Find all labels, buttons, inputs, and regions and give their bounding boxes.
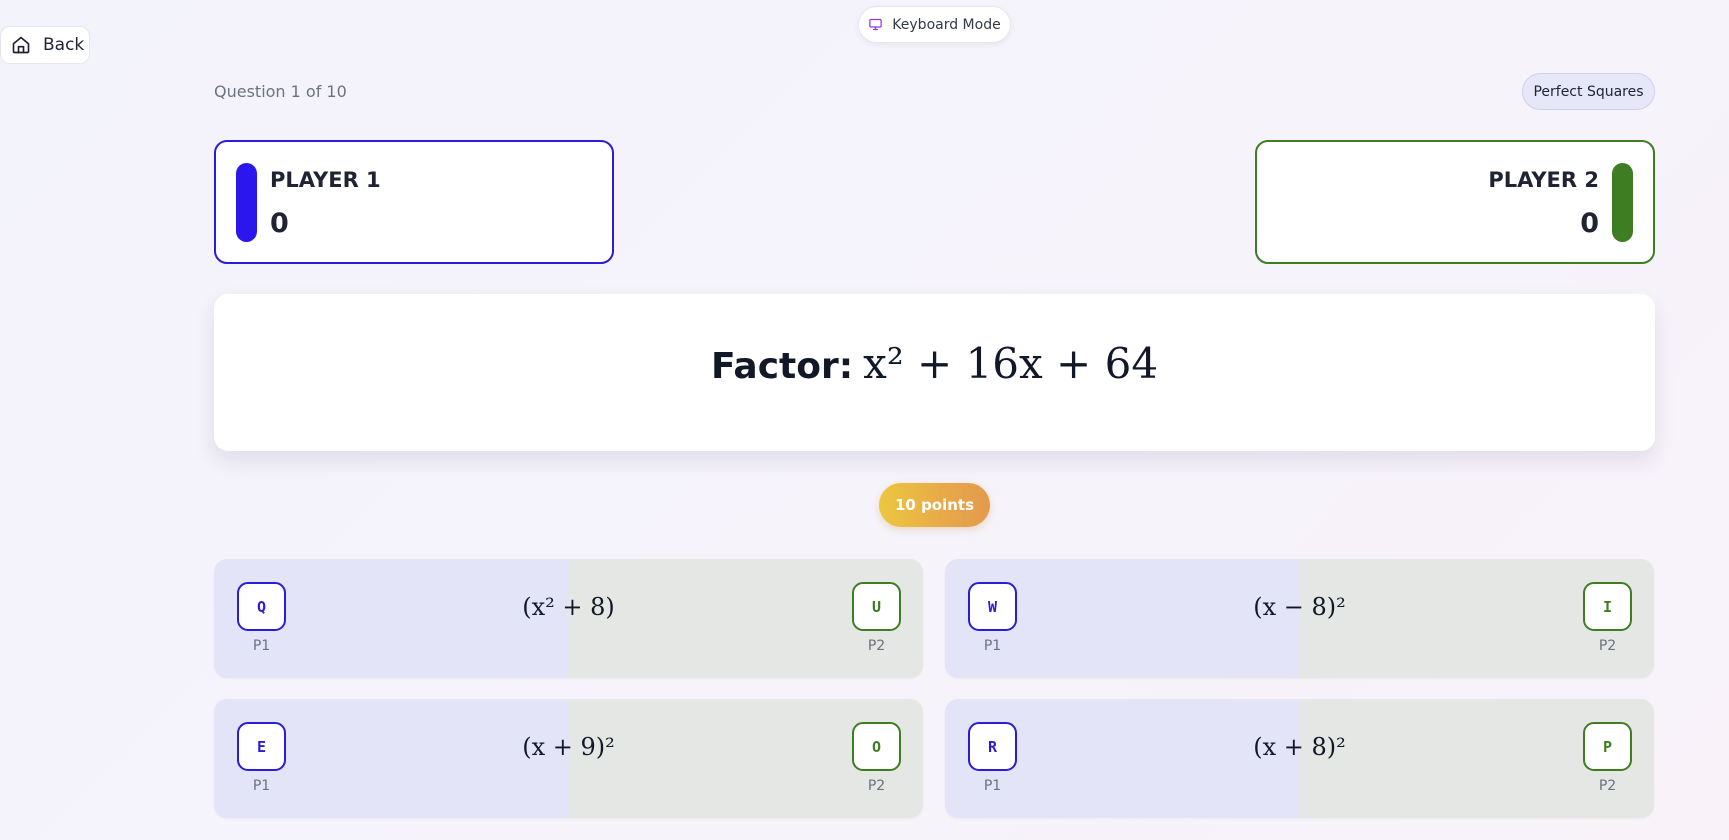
player-2-name: PLAYER 2	[1488, 168, 1599, 192]
p1-key-label: P1	[252, 778, 271, 794]
points-badge: 10 points	[879, 483, 990, 527]
question-card: Factor: x² + 16x + 64	[214, 294, 1655, 451]
p2-key-button[interactable]: P	[1583, 722, 1632, 771]
player-1-name: PLAYER 1	[270, 168, 381, 192]
p2-key-button[interactable]: I	[1583, 582, 1632, 631]
answer-text: (x + 8)²	[1253, 733, 1346, 761]
p2-key-label: P2	[867, 638, 886, 654]
p2-key-label: P2	[1598, 638, 1617, 654]
category-badge: Perfect Squares	[1522, 73, 1655, 110]
answer-option-3[interactable]: E P1 (x + 9)² O P2	[214, 699, 923, 818]
answer-text: (x − 8)²	[1253, 593, 1346, 621]
monitor-icon	[869, 18, 883, 31]
keyboard-mode-label: Keyboard Mode	[892, 16, 1001, 33]
p1-key-label: P1	[983, 638, 1002, 654]
answer-option-4[interactable]: R P1 (x + 8)² P P2	[945, 699, 1654, 818]
player-1-color-bar	[236, 163, 257, 242]
player-2-card: PLAYER 2 0	[1255, 140, 1655, 264]
back-button[interactable]: Back	[0, 26, 90, 64]
answer-text: (x + 9)²	[522, 733, 615, 761]
player-1-score: 0	[270, 208, 289, 239]
p2-key-button[interactable]: O	[852, 722, 901, 771]
question-expression: x² + 16x + 64	[863, 339, 1159, 388]
answer-option-1[interactable]: Q P1 (x² + 8) U P2	[214, 559, 923, 678]
home-icon	[12, 36, 30, 54]
player-1-card: PLAYER 1 0	[214, 140, 614, 264]
back-label: Back	[43, 35, 85, 55]
p1-key-label: P1	[983, 778, 1002, 794]
player-2-color-bar	[1612, 163, 1633, 242]
answer-option-2[interactable]: W P1 (x − 8)² I P2	[945, 559, 1654, 678]
p1-key-label: P1	[252, 638, 271, 654]
question-label: Factor:	[710, 346, 854, 387]
player-2-score: 0	[1580, 208, 1599, 239]
answer-text: (x² + 8)	[522, 593, 615, 621]
question-counter: Question 1 of 10	[214, 82, 347, 101]
p2-key-label: P2	[867, 778, 886, 794]
keyboard-mode-button[interactable]: Keyboard Mode	[858, 6, 1011, 43]
p2-key-label: P2	[1598, 778, 1617, 794]
p2-key-button[interactable]: U	[852, 582, 901, 631]
